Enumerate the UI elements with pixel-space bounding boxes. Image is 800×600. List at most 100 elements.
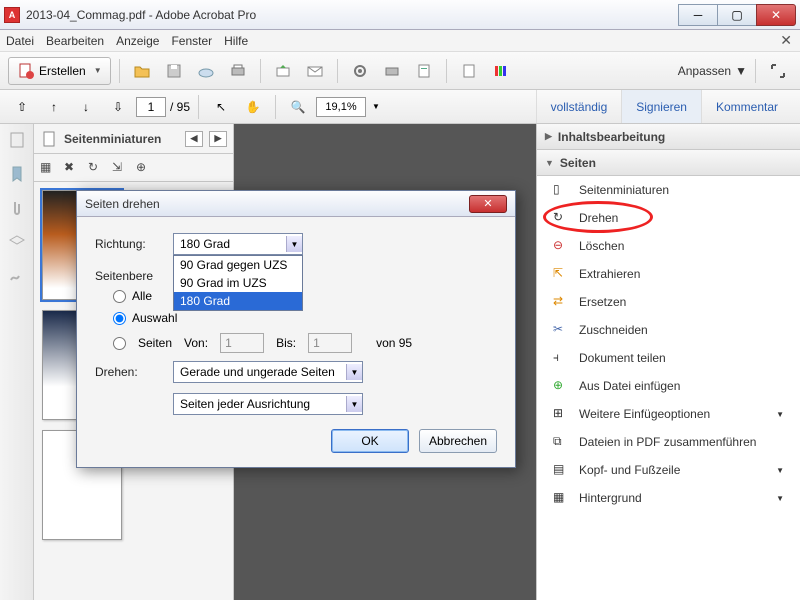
- von-label: Von:: [184, 336, 208, 350]
- panel-item-einfuegen[interactable]: ⊕Aus Datei einfügen: [537, 372, 800, 400]
- header-footer-icon: ▤: [553, 462, 569, 478]
- open-button[interactable]: [128, 57, 156, 85]
- cloud-button[interactable]: [192, 57, 220, 85]
- combo-option[interactable]: 90 Grad gegen UZS: [174, 256, 302, 274]
- panel-item-weitere[interactable]: ⊞Weitere Einfügeoptionen▼: [537, 400, 800, 428]
- von-input[interactable]: [220, 333, 264, 353]
- thumb-delete-icon[interactable]: ✖: [64, 160, 80, 176]
- fullscreen-button[interactable]: [764, 57, 792, 85]
- panel-item-kopfzeile[interactable]: ▤Kopf- und Fußzeile▼: [537, 456, 800, 484]
- combo-option-selected[interactable]: 180 Grad: [174, 292, 302, 310]
- next-page-button[interactable]: ↓: [72, 93, 100, 121]
- thumb-extract-icon[interactable]: ⇲: [112, 160, 128, 176]
- menu-bearbeiten[interactable]: Bearbeiten: [46, 34, 104, 48]
- vollstaendig-link[interactable]: vollständig: [536, 90, 622, 123]
- menu-anzeige[interactable]: Anzeige: [116, 34, 159, 48]
- thumbnails-title: Seitenminiaturen: [64, 132, 161, 146]
- signieren-link[interactable]: Signieren: [621, 90, 701, 123]
- panel-item-hintergrund[interactable]: ▦Hintergrund▼: [537, 484, 800, 512]
- drehen-combo1[interactable]: Gerade und ungerade Seiten▼: [173, 361, 363, 383]
- menu-hilfe[interactable]: Hilfe: [224, 34, 248, 48]
- save-button[interactable]: [160, 57, 188, 85]
- radio-auswahl-input[interactable]: [113, 312, 126, 325]
- more-options-icon: ⊞: [553, 406, 569, 422]
- minimize-button[interactable]: ─: [678, 4, 718, 26]
- richtung-dropdown-list: 90 Grad gegen UZS 90 Grad im UZS 180 Gra…: [173, 255, 303, 311]
- panel-item-ersetzen[interactable]: ⇄Ersetzen: [537, 288, 800, 316]
- document-tool-icon: [460, 62, 478, 80]
- signatures-rail-icon[interactable]: [7, 266, 27, 286]
- page-icon: ▯: [553, 182, 569, 198]
- tool5-button[interactable]: [487, 57, 515, 85]
- panel-item-extrahieren[interactable]: ⇱Extrahieren: [537, 260, 800, 288]
- radio-auswahl[interactable]: Auswahl: [113, 311, 497, 325]
- bookmark-rail-icon[interactable]: [7, 164, 27, 184]
- dialog-titlebar[interactable]: Seiten drehen ✕: [77, 191, 515, 217]
- panel-item-zuschneiden[interactable]: ✂Zuschneiden: [537, 316, 800, 344]
- crop-icon: ✂: [553, 322, 569, 338]
- dialog-close-button[interactable]: ✕: [469, 195, 507, 213]
- attachments-rail-icon[interactable]: [7, 198, 27, 218]
- maximize-button[interactable]: ▢: [717, 4, 757, 26]
- zoom-input[interactable]: [316, 97, 366, 117]
- radio-alle-input[interactable]: [113, 290, 126, 303]
- print-button[interactable]: [224, 57, 252, 85]
- share-button[interactable]: [269, 57, 297, 85]
- settings-button[interactable]: [346, 57, 374, 85]
- thumbnails-rail-icon[interactable]: [7, 130, 27, 150]
- tool4-button[interactable]: [455, 57, 483, 85]
- tool3-button[interactable]: [410, 57, 438, 85]
- accordion-inhalt[interactable]: ▶Inhaltsbearbeitung: [537, 124, 800, 150]
- thumb-rotate-icon[interactable]: ↻: [88, 160, 104, 176]
- main-toolbar: Erstellen ▼ Anpassen ▼: [0, 52, 800, 90]
- combo-option[interactable]: 90 Grad im UZS: [174, 274, 302, 292]
- select-tool-button[interactable]: ↖: [207, 93, 235, 121]
- seiten-panel-body: ▯Seitenminiaturen ↻Drehen ⊖Löschen ⇱Extr…: [537, 176, 800, 600]
- document-close-icon[interactable]: ✕: [780, 32, 792, 49]
- thumb-nav-prev[interactable]: ◀: [185, 131, 203, 147]
- richtung-combo[interactable]: 180 Grad ▼ 90 Grad gegen UZS 90 Grad im …: [173, 233, 303, 255]
- kommentar-link[interactable]: Kommentar: [701, 90, 792, 123]
- collapse-icon: ▶: [545, 131, 552, 142]
- thumb-nav-next[interactable]: ▶: [209, 131, 227, 147]
- thumb-insert-icon[interactable]: ⊕: [136, 160, 152, 176]
- tool2-button[interactable]: [378, 57, 406, 85]
- page-total: / 95: [170, 100, 190, 114]
- dropdown-arrow-icon: ▼: [94, 66, 102, 75]
- cancel-button[interactable]: Abbrechen: [419, 429, 497, 453]
- window-title: 2013-04_Commag.pdf - Adobe Acrobat Pro: [26, 8, 679, 22]
- layers-rail-icon[interactable]: [7, 232, 27, 252]
- drehen-combo2[interactable]: Seiten jeder Ausrichtung▼: [173, 393, 363, 415]
- page-number-input[interactable]: [136, 97, 166, 117]
- zoom-dropdown-icon[interactable]: ▼: [372, 102, 380, 111]
- hand-icon: ✋: [246, 100, 261, 114]
- radio-alle[interactable]: Alle: [113, 289, 497, 303]
- panel-item-loeschen[interactable]: ⊖Löschen: [537, 232, 800, 260]
- panel-item-drehen[interactable]: ↻Drehen: [537, 204, 800, 232]
- menu-fenster[interactable]: Fenster: [171, 34, 212, 48]
- accordion-seiten[interactable]: ▼Seiten: [537, 150, 800, 176]
- menu-datei[interactable]: Datei: [6, 34, 34, 48]
- radio-seiten[interactable]: Seiten Von: Bis: von 95: [113, 333, 497, 353]
- panel-item-seitenminiaturen[interactable]: ▯Seitenminiaturen: [537, 176, 800, 204]
- anpassen-menu[interactable]: Anpassen ▼: [678, 64, 747, 78]
- panel-item-teilen[interactable]: ⫞Dokument teilen: [537, 344, 800, 372]
- first-page-button[interactable]: ⇧: [8, 93, 36, 121]
- panel-item-zusammen[interactable]: ⧉Dateien in PDF zusammenführen: [537, 428, 800, 456]
- thumb-tool-icon[interactable]: ▦: [40, 160, 56, 176]
- bis-input[interactable]: [308, 333, 352, 353]
- ok-button[interactable]: OK: [331, 429, 409, 453]
- erstellen-button[interactable]: Erstellen ▼: [8, 57, 111, 85]
- thumbnails-tools: ▦ ✖ ↻ ⇲ ⊕: [34, 154, 233, 182]
- radio-seiten-input[interactable]: [113, 337, 126, 350]
- email-button[interactable]: [301, 57, 329, 85]
- window-buttons: ─ ▢ ✕: [679, 4, 796, 26]
- share-icon: [274, 62, 292, 80]
- hand-tool-button[interactable]: ✋: [239, 93, 267, 121]
- gear-icon: [351, 62, 369, 80]
- zoom-tool-button[interactable]: 🔍: [284, 93, 312, 121]
- last-page-button[interactable]: ⇩: [104, 93, 132, 121]
- close-button[interactable]: ✕: [756, 4, 796, 26]
- last-page-icon: ⇩: [113, 100, 123, 114]
- prev-page-button[interactable]: ↑: [40, 93, 68, 121]
